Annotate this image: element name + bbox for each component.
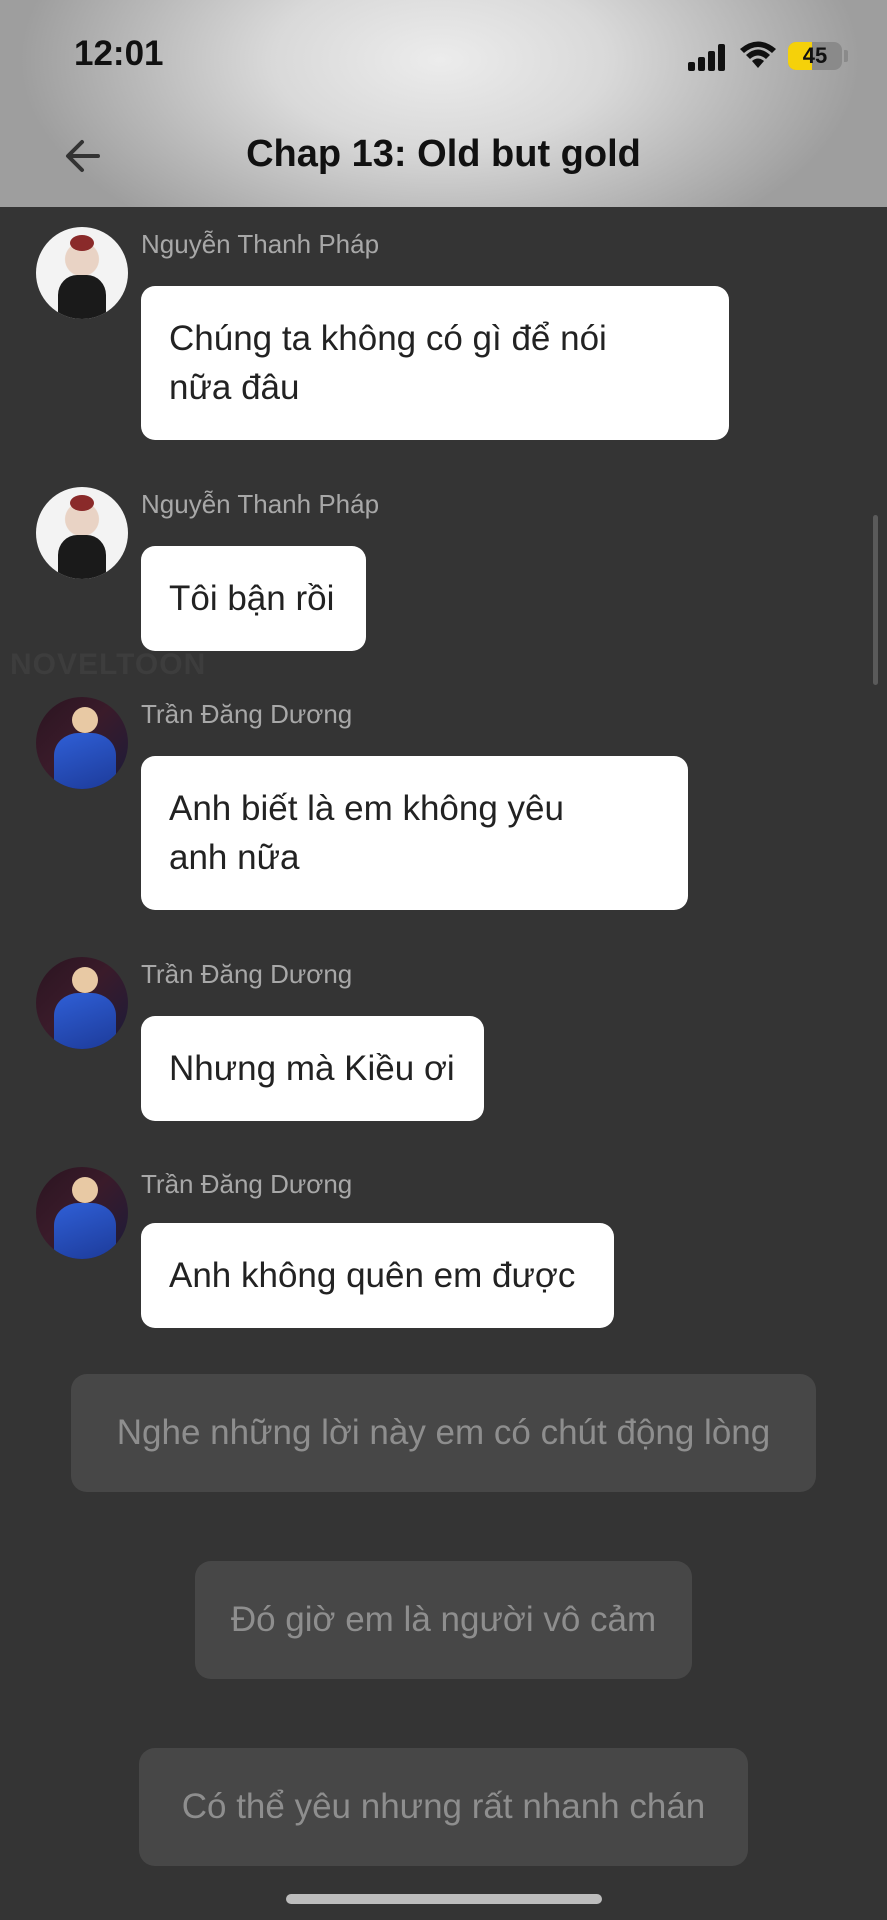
message-bubble[interactable]: Chúng ta không có gì để nói nữa đâu	[141, 286, 729, 440]
cellular-signal-icon	[688, 44, 728, 71]
choice-button[interactable]: Có thể yêu nhưng rất nhanh chán	[139, 1748, 748, 1866]
sender-name: Trần Đăng Dương	[141, 1169, 353, 1199]
avatar-thanh-phap[interactable]	[36, 227, 128, 319]
battery-percent: 45	[802, 43, 828, 68]
sender-name: Nguyễn Thanh Pháp	[141, 229, 380, 259]
sender-name: Nguyễn Thanh Pháp	[141, 489, 380, 519]
battery-icon: 45	[788, 42, 842, 70]
message-bubble[interactable]: Tôi bận rồi	[141, 546, 366, 651]
avatar-dang-duong[interactable]	[36, 697, 128, 789]
wifi-icon	[740, 41, 776, 68]
message-bubble[interactable]: Anh không quên em được	[141, 1223, 614, 1328]
page-title: Chap 13: Old but gold	[246, 133, 641, 175]
choice-button[interactable]: Đó giờ em là người vô cảm	[195, 1561, 692, 1679]
message-bubble[interactable]: Nhưng mà Kiều ơi	[141, 1016, 484, 1121]
status-time: 12:01	[74, 34, 164, 73]
watermark-logo: NOVELTOON	[10, 648, 207, 681]
scrollbar[interactable]	[873, 515, 878, 685]
sender-name: Trần Đăng Dương	[141, 699, 353, 729]
avatar-thanh-phap[interactable]	[36, 487, 128, 579]
avatar-dang-duong[interactable]	[36, 1167, 128, 1259]
home-indicator[interactable]	[286, 1894, 602, 1904]
avatar-dang-duong[interactable]	[36, 957, 128, 1049]
choice-button[interactable]: Nghe những lời này em có chút động lòng	[71, 1374, 816, 1492]
sender-name: Trần Đăng Dương	[141, 959, 353, 989]
message-bubble[interactable]: Anh biết là em không yêu anh nữa	[141, 756, 688, 910]
chapter-header: 12:01 45 Chap 13: Old but gold	[0, 0, 887, 207]
battery-tip	[844, 50, 848, 62]
